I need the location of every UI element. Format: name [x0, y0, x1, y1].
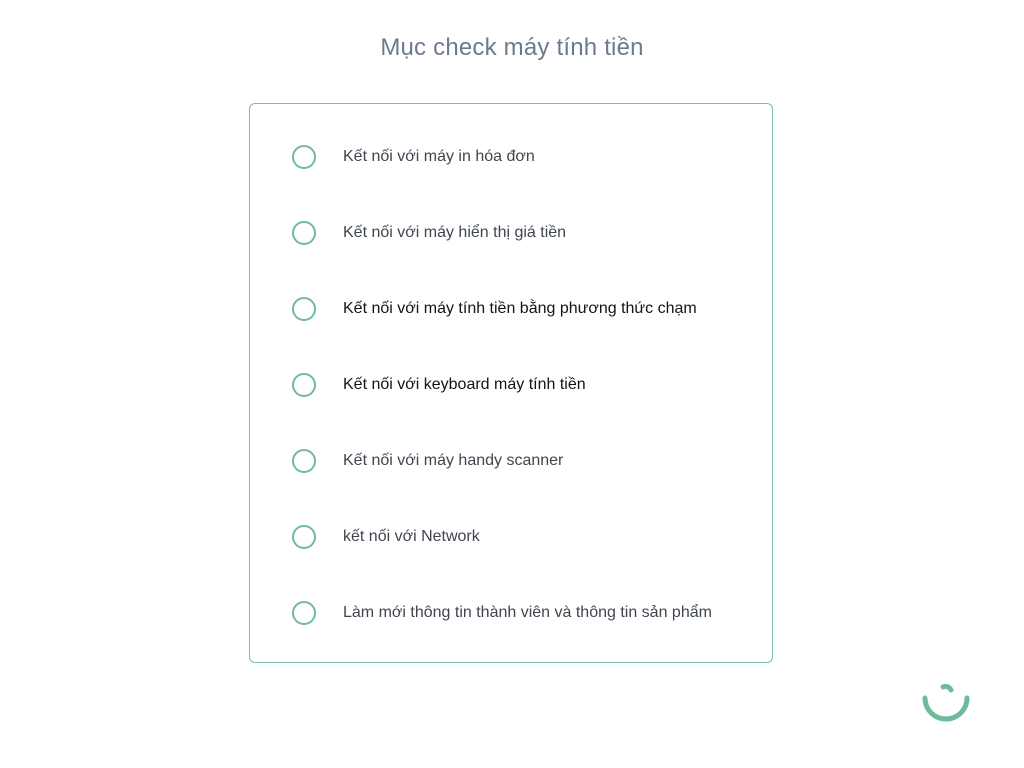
- check-item-label: kết nối với Network: [343, 528, 480, 545]
- check-item-label: Kết nối với máy hiển thị giá tiền: [343, 224, 567, 241]
- check-item-price-display[interactable]: Kết nối với máy hiển thị giá tiền: [250, 213, 772, 253]
- radio-circle-icon[interactable]: [292, 145, 316, 169]
- page-title: Mục check máy tính tiền: [380, 34, 644, 61]
- radio-circle-icon[interactable]: [292, 297, 316, 321]
- check-item-handy-scanner[interactable]: Kết nối với máy handy scanner: [250, 441, 772, 481]
- page: Mục check máy tính tiền Kết nối với máy …: [0, 0, 1024, 768]
- radio-circle-icon[interactable]: [292, 221, 316, 245]
- checklist-card: Kết nối với máy in hóa đơn Kết nối với m…: [249, 103, 773, 663]
- radio-circle-icon[interactable]: [292, 449, 316, 473]
- check-item-keyboard[interactable]: Kết nối với keyboard máy tính tiền: [250, 365, 772, 405]
- check-item-label: Kết nối với keyboard máy tính tiền: [343, 376, 586, 393]
- check-item-label: Kết nối với máy handy scanner: [343, 452, 564, 469]
- radio-circle-icon[interactable]: [292, 525, 316, 549]
- check-item-printer[interactable]: Kết nối với máy in hóa đơn: [250, 137, 772, 177]
- check-item-network[interactable]: kết nối với Network: [250, 517, 772, 557]
- radio-circle-icon[interactable]: [292, 601, 316, 625]
- radio-circle-icon[interactable]: [292, 373, 316, 397]
- loading-smile-icon: [922, 684, 970, 722]
- check-item-label: Kết nối với máy in hóa đơn: [343, 148, 535, 165]
- check-item-label: Làm mới thông tin thành viên và thông ti…: [343, 604, 712, 621]
- check-item-touch-register[interactable]: Kết nối với máy tính tiền bằng phương th…: [250, 289, 772, 329]
- check-item-label: Kết nối với máy tính tiền bằng phương th…: [343, 300, 697, 317]
- check-item-refresh-data[interactable]: Làm mới thông tin thành viên và thông ti…: [250, 593, 772, 633]
